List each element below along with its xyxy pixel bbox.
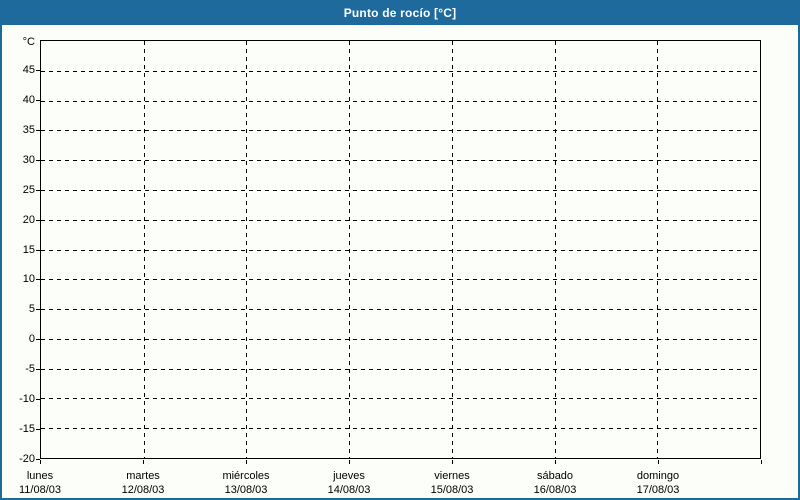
y-axis-unit-label: °C (22, 36, 35, 48)
h-gridline (41, 71, 760, 72)
y-tick-mark (36, 339, 40, 340)
y-tick-mark (36, 70, 40, 71)
plot-area (40, 40, 761, 459)
v-gridline (452, 41, 453, 458)
x-day-label: martes (126, 470, 160, 482)
y-tick-label: 45 (22, 64, 35, 76)
x-tick-mark (452, 460, 453, 464)
h-gridline (41, 250, 760, 251)
x-date-label: 11/08/03 (18, 484, 61, 496)
x-tick-mark (658, 460, 659, 464)
x-date-label: 15/08/03 (430, 484, 474, 496)
y-tick-mark (36, 220, 40, 221)
y-tick-label: 5 (28, 303, 35, 315)
h-gridline (41, 428, 760, 429)
y-tick-label: 40 (22, 94, 35, 106)
x-tick-mark (246, 460, 247, 464)
v-gridline (349, 41, 350, 458)
y-tick-label: 30 (22, 154, 35, 166)
y-tick-mark (36, 309, 40, 310)
h-gridline (41, 130, 760, 131)
x-day-label: sábado (536, 470, 574, 482)
chart-title-bar: Punto de rocío [°C] (0, 0, 800, 25)
y-tick-label: 15 (22, 244, 35, 256)
y-tick-mark (36, 369, 40, 370)
y-tick-label: -10 (19, 393, 35, 405)
x-date-label: 17/08/03 (636, 484, 680, 496)
chart-panel: Punto de rocío [°C] °C 45 40 35 30 25 20 15 10 5… (0, 0, 800, 500)
v-gridline (246, 41, 247, 458)
x-tick-mark (349, 460, 350, 464)
h-gridline (41, 220, 760, 221)
y-tick-mark (36, 130, 40, 131)
h-gridline (41, 339, 760, 340)
x-date-label: 12/08/03 (121, 484, 165, 496)
y-tick-label: 0 (28, 333, 35, 345)
h-gridline (41, 369, 760, 370)
x-tick-mark (143, 460, 144, 464)
v-gridline (144, 41, 145, 458)
y-tick-label: 25 (22, 184, 35, 196)
y-tick-label: -15 (19, 423, 35, 435)
x-day-label: viernes (434, 470, 470, 482)
x-tick-mark (555, 460, 556, 464)
chart-title: Punto de rocío [°C] (343, 6, 457, 20)
y-tick-label: 10 (22, 273, 35, 285)
h-gridline (41, 309, 760, 310)
x-date-label: 13/08/03 (224, 484, 268, 496)
v-gridline (555, 41, 556, 458)
x-tick-mark (761, 460, 762, 464)
y-tick-label: -20 (19, 453, 35, 465)
x-tick-mark (40, 460, 41, 464)
h-gridline (41, 190, 760, 191)
y-tick-mark (36, 160, 40, 161)
y-tick-mark (36, 399, 40, 400)
v-gridline (657, 41, 658, 458)
y-tick-mark (36, 190, 40, 191)
h-gridline (41, 398, 760, 399)
y-tick-label: -5 (25, 363, 35, 375)
x-date-label: 16/08/03 (533, 484, 577, 496)
y-tick-mark (36, 279, 40, 280)
x-day-label: lunes (26, 470, 54, 482)
y-tick-label: 35 (22, 124, 35, 136)
x-date-label: 14/08/03 (327, 484, 371, 496)
y-tick-mark (36, 250, 40, 251)
h-gridline (41, 160, 760, 161)
h-gridline (41, 101, 760, 102)
y-tick-mark (36, 429, 40, 430)
h-gridline (41, 279, 760, 280)
x-day-label: miércoles (222, 470, 270, 482)
y-tick-mark (36, 100, 40, 101)
x-day-label: jueves (333, 470, 365, 482)
y-tick-label: 20 (22, 214, 35, 226)
x-day-label: domingo (636, 470, 680, 482)
